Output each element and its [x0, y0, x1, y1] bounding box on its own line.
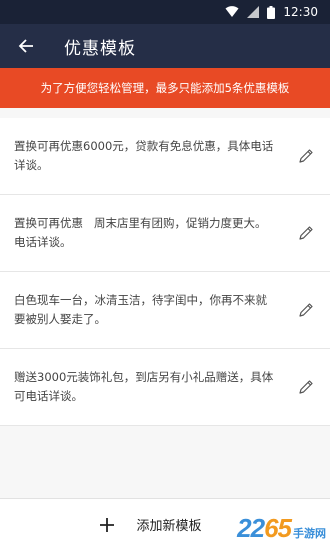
notice-banner: 为了方便您轻松管理，最多只能添加5条优惠模板	[0, 68, 330, 108]
wifi-icon	[225, 6, 239, 18]
template-item[interactable]: 赠送3000元装饰礼包，到店另有小礼品赠送，具体可电话详谈。	[0, 349, 330, 426]
template-item[interactable]: 置换可再优惠6000元，贷款有免息优惠，具体电话详谈。	[0, 118, 330, 195]
edit-pencil-icon[interactable]	[294, 298, 318, 322]
status-time: 12:30	[283, 5, 318, 19]
edit-pencil-icon[interactable]	[294, 144, 318, 168]
status-bar: 12:30	[0, 0, 330, 24]
arrow-back-icon[interactable]	[16, 36, 36, 56]
template-text: 白色现车一台，冰清玉洁，待字闺中，你再不来就要被别人娶走了。	[14, 293, 267, 326]
signal-icon	[247, 6, 260, 18]
edit-pencil-icon[interactable]	[294, 375, 318, 399]
plus-icon	[98, 516, 116, 534]
notice-text: 为了方便您轻松管理，最多只能添加5条优惠模板	[40, 81, 290, 95]
template-text: 置换可再优惠 周末店里有团购，促销力度更大。电话详谈。	[14, 216, 267, 249]
page-title: 优惠模板	[64, 38, 136, 59]
template-text: 置换可再优惠6000元，贷款有免息优惠，具体电话详谈。	[14, 139, 274, 172]
add-template-button[interactable]: 添加新模板	[98, 515, 202, 534]
edit-pencil-icon[interactable]	[294, 221, 318, 245]
template-text: 赠送3000元装饰礼包，到店另有小礼品赠送，具体可电话详谈。	[14, 370, 274, 403]
footer-bar: 添加新模板	[0, 498, 330, 550]
template-item[interactable]: 置换可再优惠 周末店里有团购，促销力度更大。电话详谈。	[0, 195, 330, 272]
app-bar: 优惠模板	[0, 24, 330, 68]
template-item[interactable]: 白色现车一台，冰清玉洁，待字闺中，你再不来就要被别人娶走了。	[0, 272, 330, 349]
battery-icon	[267, 5, 276, 19]
template-list: 置换可再优惠6000元，贷款有免息优惠，具体电话详谈。 置换可再优惠 周末店里有…	[0, 118, 330, 426]
add-template-label: 添加新模板	[136, 519, 202, 534]
